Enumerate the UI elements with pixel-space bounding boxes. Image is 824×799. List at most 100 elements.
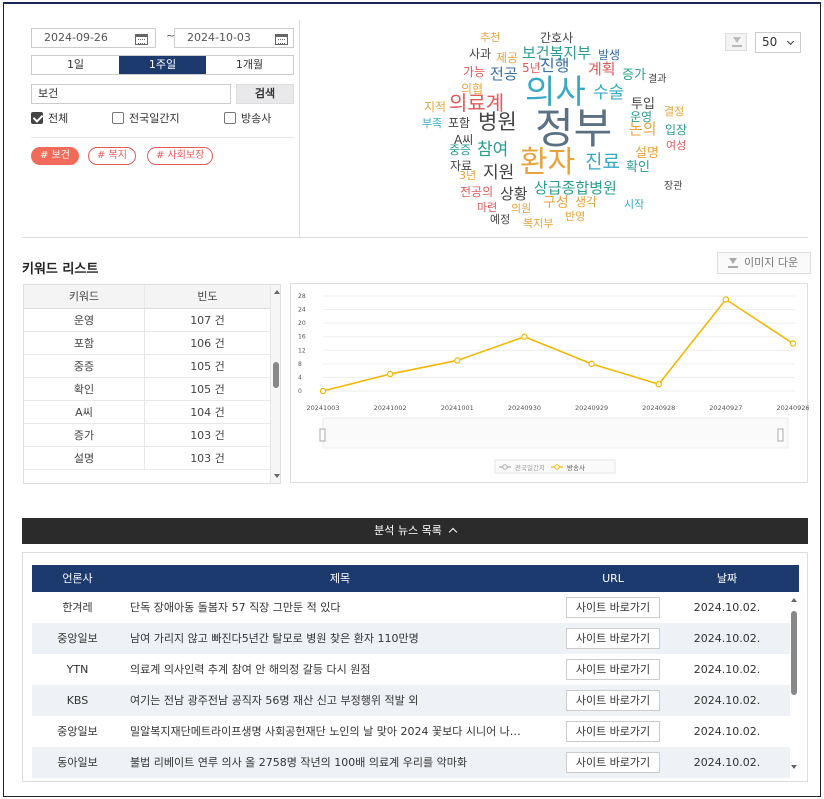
cloud-word[interactable]: 입장 (665, 124, 687, 136)
table-row[interactable]: 설명 103 건 (24, 447, 270, 470)
cloud-word[interactable]: 생각 (575, 196, 597, 208)
cloud-word[interactable]: 의원 (511, 203, 531, 214)
start-date-field[interactable]: 2024-09-26 (31, 28, 156, 48)
calendar-icon[interactable] (135, 34, 148, 45)
legend-label-broadcaster[interactable]: 방송사 (567, 463, 585, 472)
checkbox-label: 전체 (48, 112, 69, 125)
checkbox-icon[interactable] (224, 112, 236, 124)
cloud-word[interactable]: 결정 (664, 106, 684, 117)
checkbox-all[interactable]: 전체 (31, 112, 68, 126)
cloud-word[interactable]: 지적 (424, 101, 446, 113)
data-point[interactable] (722, 296, 730, 303)
scrollbar-thumb[interactable] (273, 362, 279, 388)
cloud-word[interactable]: 예정 (490, 214, 510, 225)
site-link-button[interactable]: 사이트 바로가기 (566, 690, 660, 711)
search-input[interactable]: 보건 (31, 84, 231, 104)
cloud-word[interactable]: 사과 (469, 48, 491, 60)
cloud-word[interactable]: 부족 (422, 118, 442, 129)
cloud-word[interactable]: 가능 (463, 66, 485, 78)
table-row[interactable]: 운영 107 건 (24, 309, 270, 332)
site-link-button[interactable]: 사이트 바로가기 (566, 628, 660, 649)
cloud-word[interactable]: 상황 (500, 187, 528, 202)
data-point[interactable] (521, 333, 528, 340)
calendar-icon[interactable] (275, 34, 288, 45)
cloud-word[interactable]: 3년 (459, 170, 476, 181)
news-list-toggle[interactable]: 분석 뉴스 목록 (22, 518, 808, 544)
data-point[interactable] (386, 370, 394, 378)
cloud-word[interactable]: 전공 (490, 67, 518, 82)
cloud-word[interactable]: 구성 (543, 196, 569, 210)
site-link-button[interactable]: 사이트 바로가기 (566, 721, 660, 742)
data-point[interactable] (454, 357, 461, 364)
search-button[interactable]: 검색 (236, 84, 294, 104)
data-point[interactable] (655, 381, 662, 388)
data-point[interactable] (588, 360, 595, 368)
download-icon[interactable] (725, 33, 747, 51)
table-row[interactable]: 증가 103 건 (24, 424, 270, 447)
cloud-word[interactable]: 참여 (477, 142, 508, 159)
tag-health[interactable]: # 보건 (31, 147, 79, 165)
news-scrollbar[interactable] (789, 595, 799, 775)
table-row[interactable]: 포함 106 건 (24, 332, 270, 355)
cloud-word[interactable]: 계획 (588, 62, 616, 77)
cloud-word[interactable]: 간호사 (540, 32, 573, 44)
zoom-range-area[interactable] (322, 417, 789, 449)
cloud-word[interactable]: 설명 (635, 147, 659, 160)
legend-label-national[interactable]: 전국일간지 (515, 463, 545, 472)
cloud-word[interactable]: 여성 (666, 140, 686, 151)
cloud-word[interactable]: 추천 (480, 32, 500, 43)
scroll-up-icon[interactable] (791, 598, 797, 602)
cloud-word[interactable]: 시작 (624, 199, 644, 210)
site-link-button[interactable]: 사이트 바로가기 (566, 659, 660, 680)
table-row[interactable]: A씨 104 건 (24, 401, 270, 424)
scroll-down-icon[interactable] (274, 474, 280, 478)
zoom-handle-left[interactable] (319, 428, 326, 442)
scrollbar-thumb[interactable] (791, 611, 797, 695)
cloud-word[interactable]: 지원 (483, 165, 514, 182)
x-tick-label: 20240928 (642, 404, 675, 412)
column-header-date: 날짜 (716, 572, 738, 585)
zoom-handle-right[interactable] (777, 428, 784, 442)
word-count-select[interactable]: 50 (755, 32, 801, 53)
site-link-button[interactable]: 사이트 바로가기 (566, 597, 660, 618)
tag-welfare[interactable]: # 복지 (88, 147, 136, 165)
scroll-down-icon[interactable] (791, 765, 797, 769)
keyword-table-scrollbar[interactable] (270, 285, 280, 483)
cloud-word[interactable]: 결과 (648, 75, 666, 85)
cloud-word[interactable]: 상급종합병원 (534, 181, 617, 196)
checkbox-label: 전국일간지 (129, 112, 180, 125)
site-link-button[interactable]: 사이트 바로가기 (566, 752, 660, 773)
cloud-word[interactable]: 제공 (496, 52, 518, 64)
cloud-word[interactable]: 확인 (626, 161, 650, 174)
cloud-word[interactable]: 중증 (449, 144, 471, 156)
table-row[interactable]: 중증 105 건 (24, 355, 270, 378)
cloud-word[interactable]: 진료 (585, 153, 620, 172)
cloud-word[interactable]: 장관 (664, 182, 682, 192)
checkbox-broadcaster[interactable]: 방송사 (224, 112, 271, 126)
table-row[interactable]: 확인 105 건 (24, 378, 270, 401)
cloud-word[interactable]: 마련 (477, 202, 497, 213)
title-cell: 밀알복지재단메트라이프생명 사회공헌재단 노인의 날 맞아 2024 꽃보다 시… (130, 725, 521, 738)
checkbox-national-daily[interactable]: 전국일간지 (112, 112, 180, 126)
end-date-field[interactable]: 2024-10-03 (174, 28, 294, 48)
image-download-button[interactable]: 이미지 다운 (717, 252, 811, 274)
checkbox-icon[interactable] (112, 112, 124, 124)
period-1week[interactable]: 1주일 (119, 56, 206, 74)
tag-social-security[interactable]: # 사회보장 (147, 147, 214, 165)
cloud-word[interactable]: 병원 (478, 112, 517, 133)
scroll-up-icon[interactable] (274, 290, 280, 294)
cloud-word[interactable]: 복지부 (523, 218, 553, 229)
cloud-word[interactable]: 환자 (520, 148, 575, 178)
cloud-word[interactable]: 수술 (593, 85, 624, 102)
cloud-word[interactable]: 포함 (448, 117, 470, 129)
period-1day[interactable]: 1일 (32, 56, 119, 74)
cloud-word[interactable]: 전공의 (460, 186, 493, 198)
checkbox-checked-icon[interactable] (31, 112, 43, 124)
cloud-word[interactable]: 정부 (535, 108, 612, 150)
cloud-word[interactable]: 반영 (565, 211, 585, 222)
data-point[interactable] (789, 340, 797, 347)
period-1month[interactable]: 1개월 (206, 56, 293, 74)
cloud-word[interactable]: 증가 (622, 69, 646, 82)
cloud-word[interactable]: 논의 (629, 122, 657, 137)
data-point[interactable] (319, 387, 327, 395)
